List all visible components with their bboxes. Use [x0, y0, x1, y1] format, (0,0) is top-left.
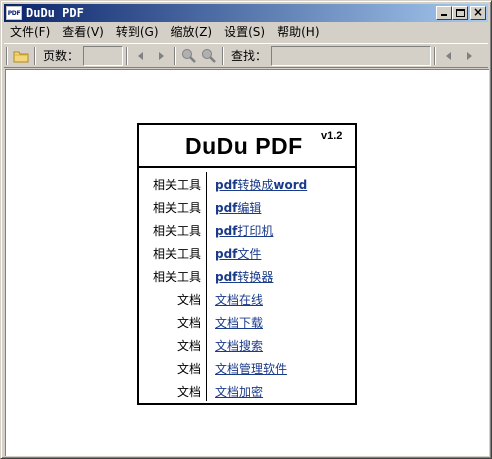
toolbar-separator	[126, 46, 129, 65]
welcome-panel: DuDu PDF v1.2 相关工具 pdf转换成word 相关工具 pdf编辑…	[137, 123, 357, 405]
category-label: 相关工具	[152, 247, 201, 261]
title-bar[interactable]: PDF DuDu PDF ×	[4, 4, 488, 22]
toolbar: 页数： 查找：	[4, 43, 488, 68]
find-label: 查找：	[231, 49, 268, 63]
category-label: 相关工具	[152, 201, 201, 215]
list-item: 相关工具 pdf转换器	[139, 265, 355, 288]
list-item: 文档 文档加密	[139, 380, 355, 403]
list-item: 相关工具 pdf打印机	[139, 219, 355, 242]
category-label: 相关工具	[152, 224, 201, 238]
close-icon: ×	[472, 5, 484, 19]
link-doc-encrypt[interactable]: 文档加密	[215, 383, 263, 400]
prev-page-button[interactable]	[131, 46, 151, 66]
link-pdf-file[interactable]: pdf文件	[215, 245, 261, 262]
app-window: PDF DuDu PDF × 文件(F) 查看(V) 转到(G) 缩放(Z) 设…	[0, 0, 492, 459]
toolbar-separator	[434, 46, 437, 65]
toolbar-grip	[6, 46, 8, 65]
category-label: 相关工具	[152, 270, 201, 284]
arrow-right-icon	[467, 51, 473, 60]
zoom-out-button[interactable]	[199, 46, 219, 66]
find-prev-button[interactable]	[439, 46, 459, 66]
category-label: 相关工具	[152, 178, 201, 192]
maximize-button[interactable]	[452, 6, 468, 20]
link-doc-download[interactable]: 文档下载	[215, 314, 263, 331]
menu-settings[interactable]: 设置(S)	[218, 23, 271, 42]
maximize-icon	[456, 9, 465, 17]
toolbar-separator	[174, 46, 177, 65]
menu-help[interactable]: 帮助(H)	[271, 23, 325, 42]
next-page-button[interactable]	[151, 46, 171, 66]
app-pdf-icon: PDF	[6, 6, 22, 20]
arrow-left-icon	[138, 51, 144, 60]
list-item: 文档 文档下载	[139, 311, 355, 334]
menu-bar: 文件(F) 查看(V) 转到(G) 缩放(Z) 设置(S) 帮助(H)	[4, 23, 488, 42]
list-item: 相关工具 pdf转换成word	[139, 173, 355, 196]
arrow-right-icon	[159, 51, 165, 60]
panel-header: DuDu PDF v1.2	[139, 125, 355, 168]
find-input[interactable]	[271, 45, 432, 66]
find-next-button[interactable]	[459, 46, 479, 66]
document-area[interactable]: DuDu PDF v1.2 相关工具 pdf转换成word 相关工具 pdf编辑…	[5, 69, 489, 456]
category-label: 文档	[176, 339, 201, 353]
list-item: 相关工具 pdf编辑	[139, 196, 355, 219]
window-controls: ×	[436, 5, 486, 20]
category-label: 文档	[176, 362, 201, 376]
category-label: 文档	[176, 293, 201, 307]
open-folder-button[interactable]	[11, 46, 31, 66]
menu-file[interactable]: 文件(F)	[4, 23, 56, 42]
list-item: 相关工具 pdf文件	[139, 242, 355, 265]
page-number-input[interactable]	[83, 45, 124, 66]
toolbar-separator	[222, 46, 225, 65]
zoom-in-button[interactable]	[179, 46, 199, 66]
window-title: DuDu PDF	[26, 6, 84, 20]
page-label: 页数：	[43, 49, 80, 63]
version-label: v1.2	[321, 130, 343, 142]
column-divider	[206, 172, 207, 401]
list-item: 文档 文档在线	[139, 288, 355, 311]
list-item: 文档 文档管理软件	[139, 357, 355, 380]
link-doc-search[interactable]: 文档搜索	[215, 337, 263, 354]
menu-view[interactable]: 查看(V)	[56, 23, 110, 42]
minimize-button[interactable]	[436, 6, 452, 20]
link-doc-management[interactable]: 文档管理软件	[215, 360, 287, 377]
magnifier-icon	[202, 48, 216, 63]
minimize-icon	[441, 14, 447, 16]
folder-icon	[13, 51, 29, 62]
list-item: 文档 文档搜索	[139, 334, 355, 357]
link-pdf-edit[interactable]: pdf编辑	[215, 199, 261, 216]
link-pdf-to-word[interactable]: pdf转换成word	[215, 176, 307, 193]
toolbar-separator	[34, 46, 36, 65]
menu-zoom[interactable]: 缩放(Z)	[165, 23, 219, 42]
menu-goto[interactable]: 转到(G)	[110, 23, 165, 42]
arrow-left-icon	[446, 51, 452, 60]
close-button[interactable]: ×	[470, 5, 486, 20]
category-label: 文档	[176, 316, 201, 330]
link-pdf-printer[interactable]: pdf打印机	[215, 222, 273, 239]
link-pdf-converter[interactable]: pdf转换器	[215, 268, 273, 285]
category-label: 文档	[176, 385, 201, 399]
brand-title: DuDu PDF	[185, 133, 303, 159]
link-list: 相关工具 pdf转换成word 相关工具 pdf编辑 相关工具 pdf打印机 相…	[139, 168, 355, 403]
magnifier-icon	[182, 48, 196, 63]
link-doc-online[interactable]: 文档在线	[215, 291, 263, 308]
